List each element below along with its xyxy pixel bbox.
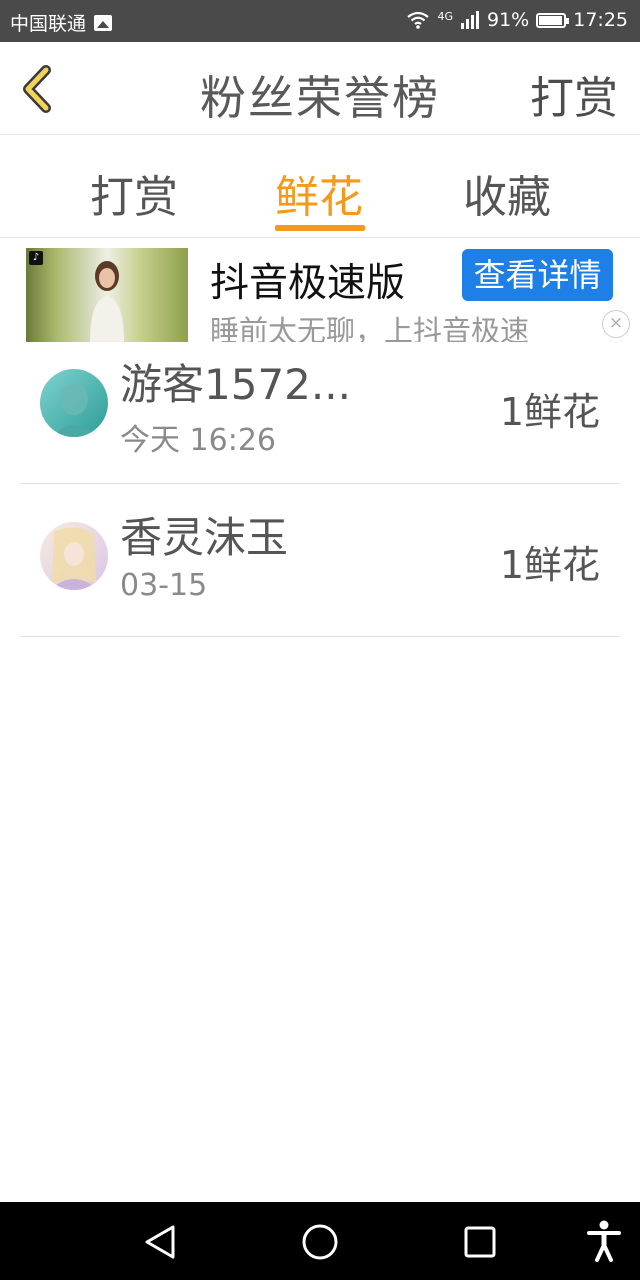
ad-banner[interactable]: ♪ 抖音极速版 睡前太无聊，上抖音极速 查看详情 × (0, 238, 640, 342)
fan-time: 03-15 (120, 568, 208, 603)
ad-thumbnail[interactable]: ♪ (26, 248, 188, 342)
view-details-button[interactable]: 查看详情 (462, 249, 613, 301)
back-triangle-icon[interactable] (143, 1224, 177, 1260)
network-type-label: 4G (437, 9, 453, 23)
wifi-icon (407, 11, 430, 29)
navigation-bar (0, 1202, 640, 1280)
status-bar: 中国联通 4G 91% 17:25 (0, 0, 640, 42)
battery-icon (536, 12, 570, 28)
tab-reward[interactable]: 打赏 (90, 161, 178, 225)
flower-count: 1鲜花 (499, 390, 600, 434)
fan-time: 今天 16:26 (120, 423, 276, 458)
tab-flowers[interactable]: 鲜花 (275, 161, 363, 225)
tiktok-logo-icon: ♪ (29, 251, 43, 265)
list-item[interactable]: 游客1572... 今天 16:26 1鲜花 (20, 331, 620, 484)
accessibility-icon[interactable] (586, 1220, 622, 1262)
ad-title: 抖音极速版 (210, 261, 406, 306)
list-item[interactable]: 香灵沫玉 03-15 1鲜花 (20, 484, 620, 637)
carrier-label: 中国联通 (10, 13, 87, 35)
signal-icon (461, 11, 479, 29)
woman-photo-icon (90, 261, 124, 342)
flower-count: 1鲜花 (499, 543, 600, 587)
fan-name: 游客1572... (120, 360, 351, 409)
tab-favorites[interactable]: 收藏 (463, 161, 551, 225)
tab-bar: 打赏 鲜花 收藏 (0, 135, 640, 238)
avatar (40, 369, 108, 437)
active-tab-indicator (275, 225, 365, 231)
reward-button[interactable]: 打赏 (530, 62, 618, 126)
fan-name: 香灵沫玉 (120, 513, 289, 562)
avatar (40, 522, 108, 590)
recents-square-icon[interactable] (463, 1225, 497, 1259)
clock: 17:25 (573, 9, 628, 31)
home-circle-icon[interactable] (301, 1223, 339, 1261)
battery-percent: 91% (487, 9, 530, 31)
title-bar: 粉丝荣誉榜 打赏 (0, 42, 640, 135)
image-notification-icon (94, 14, 113, 31)
